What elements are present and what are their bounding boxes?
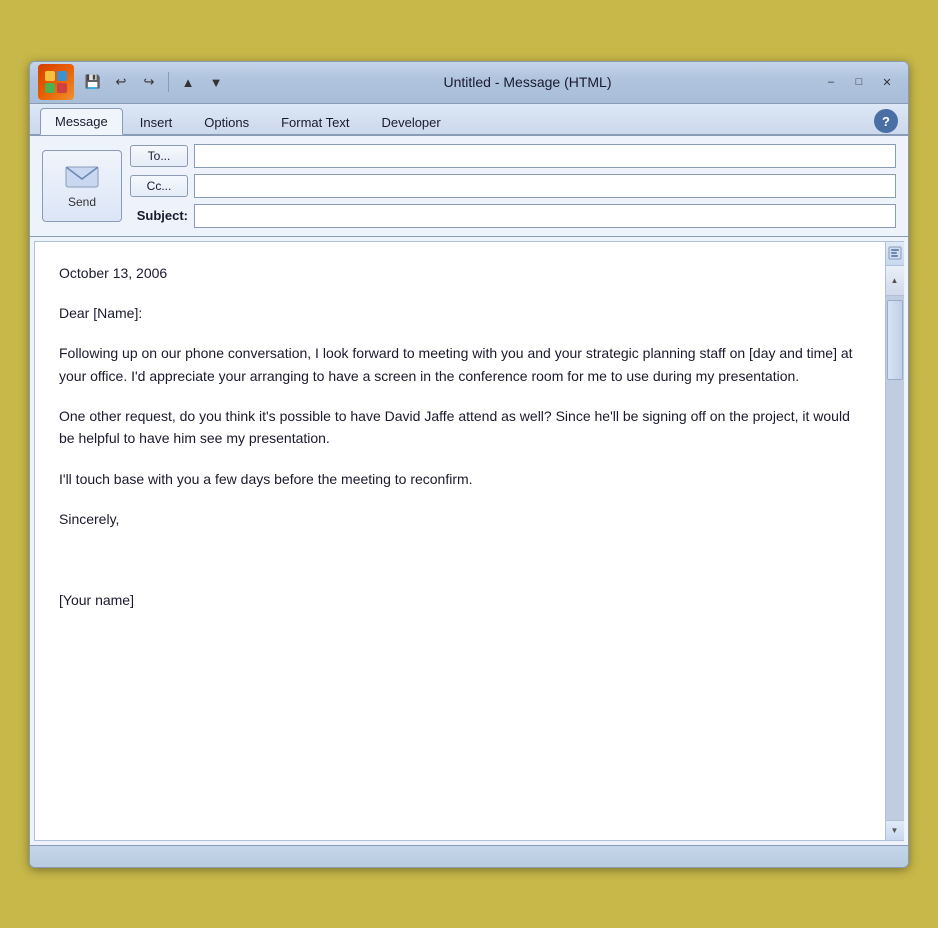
email-date: October 13, 2006: [59, 262, 861, 284]
outlook-window: 💾 ↩ ↪ ▲ ▼ Untitled - Message (HTML) – □ …: [29, 61, 909, 868]
office-logo: [38, 64, 74, 100]
subject-row: Subject:: [130, 204, 896, 228]
scroll-up-button[interactable]: ▲: [886, 266, 904, 296]
up-button[interactable]: ▲: [175, 70, 201, 94]
window-controls: – □ ✕: [818, 72, 900, 92]
tab-message[interactable]: Message: [40, 108, 123, 135]
form-fields: To... Cc... Subject:: [130, 144, 896, 228]
email-greeting: Dear [Name]:: [59, 302, 861, 324]
tab-format-text[interactable]: Format Text: [266, 109, 364, 135]
subject-label: Subject:: [130, 208, 188, 223]
to-button[interactable]: To...: [130, 145, 188, 167]
close-button[interactable]: ✕: [874, 72, 900, 92]
scroll-down-button[interactable]: ▼: [886, 820, 904, 840]
minimize-button[interactable]: –: [818, 72, 844, 92]
email-paragraph3: I'll touch base with you a few days befo…: [59, 468, 861, 490]
ribbon: Message Insert Options Format Text Devel…: [30, 104, 908, 136]
send-button-container: Send: [42, 144, 122, 228]
scrollbar: ▲ ▼: [885, 242, 903, 840]
scroll-icon: [886, 242, 904, 266]
window-title: Untitled - Message (HTML): [237, 74, 818, 90]
send-icon: [64, 163, 100, 191]
down-button[interactable]: ▼: [203, 70, 229, 94]
save-button[interactable]: 💾: [80, 70, 106, 94]
scrollbar-track[interactable]: [886, 296, 904, 820]
email-paragraph1: Following up on our phone conversation, …: [59, 342, 861, 387]
email-text-content[interactable]: October 13, 2006 Dear [Name]: Following …: [35, 242, 885, 840]
subject-input[interactable]: [194, 204, 896, 228]
scrollbar-thumb[interactable]: [887, 300, 903, 380]
send-label: Send: [68, 195, 96, 209]
tab-options[interactable]: Options: [189, 109, 264, 135]
help-button[interactable]: ?: [874, 109, 898, 133]
title-bar: 💾 ↩ ↪ ▲ ▼ Untitled - Message (HTML) – □ …: [30, 62, 908, 104]
to-row: To...: [130, 144, 896, 168]
email-body-wrapper: October 13, 2006 Dear [Name]: Following …: [30, 237, 908, 845]
cc-button[interactable]: Cc...: [130, 175, 188, 197]
cc-input[interactable]: [194, 174, 896, 198]
restore-button[interactable]: □: [846, 72, 872, 92]
tab-developer[interactable]: Developer: [366, 109, 455, 135]
status-bar: [30, 845, 908, 867]
send-button[interactable]: Send: [42, 150, 122, 222]
toolbar-divider: [168, 72, 169, 92]
redo-button[interactable]: ↪: [136, 70, 162, 94]
email-content-area: October 13, 2006 Dear [Name]: Following …: [34, 241, 904, 841]
undo-button[interactable]: ↩: [108, 70, 134, 94]
email-signature-spacer: [59, 549, 861, 571]
email-form: Send To... Cc... Subject:: [30, 136, 908, 237]
email-signature: [Your name]: [59, 589, 861, 611]
scroll-icon-svg: [888, 246, 902, 260]
email-paragraph2: One other request, do you think it's pos…: [59, 405, 861, 450]
to-input[interactable]: [194, 144, 896, 168]
ribbon-tabs: Message Insert Options Format Text Devel…: [30, 104, 908, 135]
cc-row: Cc...: [130, 174, 896, 198]
quick-access-toolbar: 💾 ↩ ↪ ▲ ▼: [80, 70, 229, 94]
email-closing: Sincerely,: [59, 508, 861, 530]
tab-insert[interactable]: Insert: [125, 109, 188, 135]
